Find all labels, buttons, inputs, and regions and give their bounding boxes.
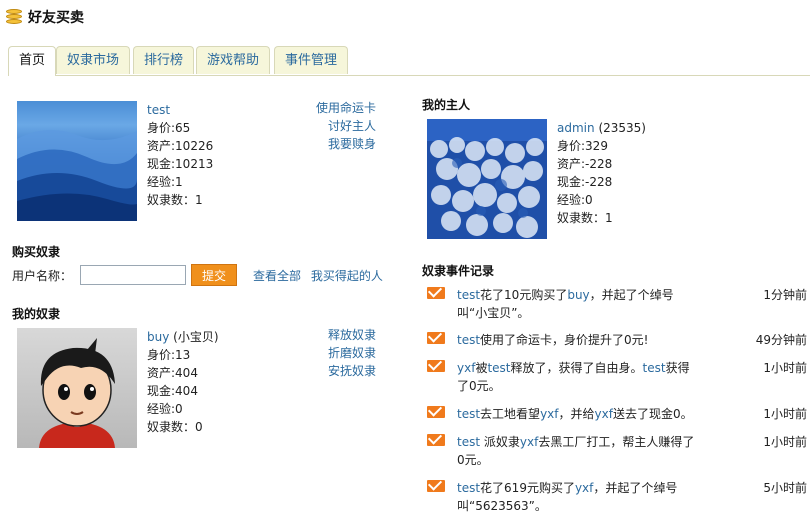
- slaves-section-title: 我的奴隶: [12, 307, 61, 321]
- my-stat-cash: 现金:10213: [147, 157, 214, 171]
- event-user-link[interactable]: test: [643, 361, 666, 375]
- buy-section-title: 购买奴隶: [12, 245, 61, 259]
- event-text: test使用了命运卡，身价提升了0元!: [457, 331, 697, 349]
- tab-game-help[interactable]: 游戏帮助: [196, 46, 271, 74]
- event-user-link[interactable]: test: [457, 333, 480, 347]
- event-time: 5小时前: [763, 481, 807, 495]
- master-stat-price: 身价:329: [557, 139, 608, 153]
- master-avatar[interactable]: [427, 119, 547, 239]
- master-section-title: 我的主人: [422, 98, 471, 112]
- slave-stat-cash: 现金:404: [147, 384, 198, 398]
- mail-icon: [427, 480, 445, 492]
- event-text-part: ，并给: [558, 407, 595, 421]
- username-label: 用户名称：: [12, 268, 73, 283]
- mail-icon: [427, 287, 445, 299]
- event-text: test去工地看望yxf，并给yxf送去了现金0。: [457, 405, 697, 423]
- event-user-link[interactable]: yxf: [575, 481, 593, 495]
- event-text-part: 送去了现金0。: [612, 407, 693, 421]
- username-input[interactable]: [80, 265, 187, 285]
- mail-icon: [427, 406, 445, 418]
- mail-icon: [427, 360, 445, 372]
- event-user-link[interactable]: yxf: [520, 435, 538, 449]
- event-text-part: 花了619元购买了: [480, 481, 575, 495]
- event-user-link[interactable]: test: [457, 288, 480, 302]
- event-text-part: 使用了命运卡，身价提升了0元!: [480, 333, 649, 347]
- event-text: yxf被test释放了，获得了自由身。test获得了0元。: [457, 359, 697, 395]
- view-all-link[interactable]: 查看全部: [253, 269, 301, 283]
- tab-event-manage[interactable]: 事件管理: [274, 46, 349, 74]
- master-info: admin (23535) 身价:329 资产:-228 现金:-228 经验:…: [557, 119, 646, 227]
- my-info: test 身价:65 资产:10226 现金:10213 经验:1 奴隶数：1: [147, 101, 213, 209]
- tab-bar: 首页 奴隶市场 排行榜 游戏帮助 事件管理: [8, 46, 810, 76]
- event-text-part: 派奴隶: [480, 435, 520, 449]
- torture-slave-link[interactable]: 折磨奴隶: [328, 344, 376, 362]
- event-user-link[interactable]: test: [487, 361, 510, 375]
- event-text-part: 花了10元购买了: [480, 288, 568, 302]
- event-time: 1小时前: [763, 407, 807, 421]
- coins-icon: [6, 9, 22, 25]
- slave-stat-exp: 经验:0: [147, 402, 183, 416]
- my-stat-assets: 资产:10226: [147, 139, 214, 153]
- event-time: 1分钟前: [763, 288, 807, 302]
- slave-stat-slaves: 奴隶数：0: [147, 420, 203, 434]
- my-actions: 使用命运卡 讨好主人 我要赎身: [316, 99, 376, 153]
- page-header: 好友买卖: [6, 6, 84, 28]
- my-stat-slaves: 奴隶数：1: [147, 193, 203, 207]
- slave-stat-assets: 资产:404: [147, 366, 198, 380]
- my-name-link[interactable]: test: [147, 101, 213, 119]
- master-stat-slaves: 奴隶数：1: [557, 211, 613, 225]
- event-user-link[interactable]: yxf: [457, 361, 475, 375]
- event-user-link[interactable]: yxf: [595, 407, 613, 421]
- events-section-title: 奴隶事件记录: [422, 264, 495, 278]
- event-text: test花了619元购买了yxf，并起了个绰号叫“5623563”。: [457, 479, 697, 515]
- event-user-link[interactable]: test: [457, 435, 480, 449]
- my-avatar[interactable]: [17, 101, 137, 221]
- my-stat-price: 身价:65: [147, 121, 191, 135]
- event-user-link[interactable]: yxf: [540, 407, 558, 421]
- submit-button[interactable]: 提交: [191, 264, 238, 286]
- event-text: test花了10元购买了buy，并起了个绰号叫“小宝贝”。: [457, 286, 697, 322]
- slave-actions: 释放奴隶 折磨奴隶 安抚奴隶: [328, 326, 376, 380]
- slave-info: buy (小宝贝) 身价:13 资产:404 现金:404 经验:0 奴隶数：0: [147, 328, 219, 436]
- affordable-link[interactable]: 我买得起的人: [311, 269, 383, 283]
- redeem-self-link[interactable]: 我要赎身: [316, 135, 376, 153]
- mail-icon: [427, 332, 445, 344]
- my-stat-exp: 经验:1: [147, 175, 183, 189]
- event-time: 1小时前: [763, 435, 807, 449]
- event-user-link[interactable]: buy: [567, 288, 589, 302]
- slave-stat-price: 身价:13: [147, 348, 191, 362]
- master-score: (23535): [598, 121, 646, 135]
- master-stat-cash: 现金:-228: [557, 175, 613, 189]
- event-time: 1小时前: [763, 361, 807, 375]
- tab-slave-market[interactable]: 奴隶市场: [56, 46, 131, 74]
- page-title: 好友买卖: [28, 10, 84, 26]
- master-stat-assets: 资产:-228: [557, 157, 613, 171]
- release-slave-link[interactable]: 释放奴隶: [328, 326, 376, 344]
- mail-icon: [427, 434, 445, 446]
- event-user-link[interactable]: test: [457, 407, 480, 421]
- please-master-link[interactable]: 讨好主人: [316, 117, 376, 135]
- event-time: 49分钟前: [755, 333, 807, 347]
- buy-links: 查看全部 我买得起的人: [253, 267, 389, 284]
- slave-avatar[interactable]: [17, 328, 137, 448]
- comfort-slave-link[interactable]: 安抚奴隶: [328, 362, 376, 380]
- buy-form: 用户名称： 提交 查看全部 我买得起的人: [12, 264, 389, 286]
- event-text-part: 去工地看望: [480, 407, 541, 421]
- slave-nickname: (小宝贝): [173, 330, 219, 344]
- master-stat-exp: 经验:0: [557, 193, 593, 207]
- use-fate-card-link[interactable]: 使用命运卡: [316, 99, 376, 117]
- tab-home[interactable]: 首页: [8, 46, 57, 76]
- master-name-link[interactable]: admin: [557, 121, 595, 135]
- slave-name-link[interactable]: buy: [147, 330, 169, 344]
- tab-ranking[interactable]: 排行榜: [133, 46, 195, 74]
- event-user-link[interactable]: test: [457, 481, 480, 495]
- event-text-part: 被: [475, 361, 488, 375]
- event-text: test 派奴隶yxf去黑工厂打工，帮主人赚得了0元。: [457, 433, 697, 469]
- event-text-part: 释放了，获得了自由身。: [510, 361, 643, 375]
